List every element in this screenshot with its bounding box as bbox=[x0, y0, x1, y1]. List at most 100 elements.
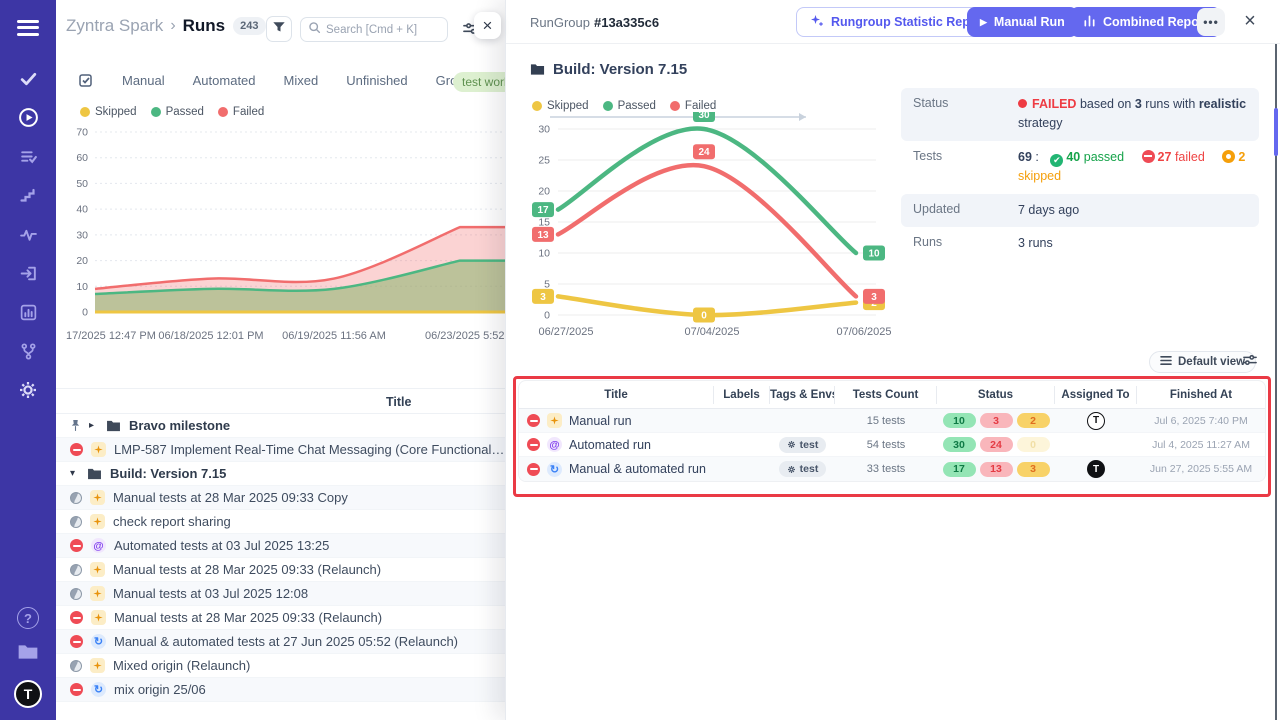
legend-label: Skipped bbox=[547, 100, 589, 112]
legend-label: Failed bbox=[685, 100, 716, 112]
legend-failed[interactable]: Failed bbox=[670, 100, 716, 112]
rungroup-section-title: Build: Version 7.15 bbox=[530, 61, 687, 78]
legend-failed[interactable]: Failed bbox=[218, 106, 264, 118]
run-row[interactable]: LMP-587 Implement Real-Time Chat Messagi… bbox=[56, 438, 505, 462]
sidebar-item-branches[interactable] bbox=[0, 334, 56, 373]
svg-text:70: 70 bbox=[76, 127, 88, 139]
sidebar: ? T bbox=[0, 0, 56, 720]
bulk-edit-icon[interactable] bbox=[78, 72, 94, 88]
table-row[interactable]: Manual run15 tests1032TJul 6, 2025 7:40 … bbox=[519, 409, 1265, 433]
column-header-title[interactable]: Title bbox=[519, 386, 714, 404]
tag-pill[interactable]: test bbox=[779, 437, 827, 453]
sidebar-item-tests[interactable] bbox=[0, 61, 56, 100]
run-row[interactable]: Manual tests at 28 Mar 2025 09:33 Copy bbox=[56, 486, 505, 510]
column-header-tags-envs[interactable]: Tags & Envs bbox=[770, 386, 835, 404]
sidebar-item-reports[interactable] bbox=[0, 295, 56, 334]
svg-text:20: 20 bbox=[76, 255, 88, 267]
x-tick-label: 06/19/2025 11:56 AM bbox=[274, 330, 394, 342]
folder-icon bbox=[530, 63, 545, 76]
mixed-run-icon: ↻ bbox=[91, 682, 106, 697]
breadcrumb-project[interactable]: Zyntra Spark bbox=[66, 16, 163, 36]
run-row[interactable]: check report sharing bbox=[56, 510, 505, 534]
default-view-button[interactable]: Default view bbox=[1149, 351, 1256, 373]
legend-dot-icon bbox=[532, 101, 542, 111]
passed-pill: 17 bbox=[943, 462, 976, 477]
x-tick-label: 06/27/2025 bbox=[530, 326, 602, 338]
passed-pill: 10 bbox=[943, 413, 976, 428]
status-badge: FAILED bbox=[1032, 97, 1076, 111]
chevron-right-icon[interactable]: ▸ bbox=[89, 420, 98, 431]
scrollbar-thumb[interactable] bbox=[1274, 108, 1278, 156]
manual-run-button[interactable]: ▶ Manual Run bbox=[967, 7, 1078, 37]
failed-status-icon bbox=[70, 635, 83, 648]
manual-run-icon bbox=[90, 490, 105, 505]
run-row[interactable]: Manual tests at 28 Mar 2025 09:33 (Relau… bbox=[56, 558, 505, 582]
tab-automated[interactable]: Automated bbox=[193, 73, 256, 88]
tag-pill[interactable]: test bbox=[779, 461, 827, 477]
sidebar-item-import[interactable] bbox=[0, 256, 56, 295]
drawer-edge-close-button[interactable]: × bbox=[474, 12, 501, 39]
table-row[interactable]: ↻Manual & automated runtest33 tests17133… bbox=[519, 457, 1265, 481]
run-title: Manual run bbox=[569, 414, 632, 428]
run-list-header: Title bbox=[56, 388, 505, 414]
tab-test-work[interactable]: test work bbox=[453, 72, 505, 92]
filter-button[interactable] bbox=[266, 16, 292, 42]
status-pills-cell: 1032 bbox=[937, 413, 1055, 428]
tab-manual[interactable]: Manual bbox=[122, 73, 165, 88]
sidebar-item-runs[interactable] bbox=[0, 100, 56, 139]
sidebar-item-pulse[interactable] bbox=[0, 217, 56, 256]
pin-icon[interactable] bbox=[70, 419, 81, 432]
table-settings-icon[interactable] bbox=[1242, 353, 1258, 372]
legend-skipped[interactable]: Skipped bbox=[80, 106, 137, 118]
run-row[interactable]: Mixed origin (Relaunch) bbox=[56, 654, 505, 678]
failed-status-icon bbox=[527, 414, 540, 427]
folder-row[interactable]: ▾Build: Version 7.15 bbox=[56, 462, 505, 486]
sidebar-item-milestones[interactable] bbox=[0, 178, 56, 217]
svg-text:20: 20 bbox=[538, 186, 550, 198]
close-drawer-button[interactable]: × bbox=[1237, 8, 1263, 34]
legend-passed[interactable]: Passed bbox=[151, 106, 204, 118]
column-header-status[interactable]: Status bbox=[937, 386, 1055, 404]
rungroup-details: Status FAILED based on 3 runs with reali… bbox=[901, 88, 1259, 260]
detail-row-updated: Updated 7 days ago bbox=[901, 194, 1259, 227]
run-row[interactable]: @Automated tests at 03 Jul 2025 13:25 bbox=[56, 534, 505, 558]
manual-run-icon bbox=[91, 442, 106, 457]
status-value: FAILED based on 3 runs with realistic st… bbox=[1018, 95, 1247, 134]
tab-mixed[interactable]: Mixed bbox=[284, 73, 319, 88]
sidebar-item-projects[interactable] bbox=[0, 643, 56, 666]
rungroup-id: #13a335c6 bbox=[594, 15, 659, 30]
svg-text:60: 60 bbox=[76, 152, 88, 164]
rungroup-trend-chart: 05101520253030213243173010 bbox=[514, 112, 894, 324]
failed-pill: 3 bbox=[980, 413, 1013, 428]
folder-icon bbox=[17, 643, 39, 666]
breadcrumb-separator: › bbox=[170, 17, 175, 35]
column-header-tests-count[interactable]: Tests Count bbox=[835, 386, 937, 404]
legend-skipped[interactable]: Skipped bbox=[532, 100, 589, 112]
column-header-labels[interactable]: Labels bbox=[714, 386, 770, 404]
search-input[interactable] bbox=[326, 24, 436, 36]
tab-unfinished[interactable]: Unfinished bbox=[346, 73, 407, 88]
user-avatar[interactable]: T bbox=[14, 680, 42, 708]
x-tick-label: 07/06/2025 bbox=[828, 326, 900, 338]
more-actions-button[interactable]: ••• bbox=[1197, 8, 1225, 36]
table-header-row: TitleLabelsTags & EnvsTests CountStatusA… bbox=[519, 381, 1265, 409]
column-header-finished-at[interactable]: Finished At bbox=[1137, 386, 1265, 404]
runs-tabs: ManualAutomatedMixedUnfinishedGroups bbox=[78, 72, 478, 88]
runs-history-chart: 010203040506070 bbox=[56, 122, 505, 330]
partial-status-icon bbox=[70, 516, 82, 528]
rungroup-drawer: RunGroup#13a335c6 Rungroup Statistic Rep… bbox=[505, 0, 1280, 720]
detail-row-status: Status FAILED based on 3 runs with reali… bbox=[901, 88, 1259, 141]
chevron-down-icon[interactable]: ▾ bbox=[70, 468, 79, 479]
hamburger-menu-icon[interactable] bbox=[17, 16, 39, 39]
help-icon[interactable]: ? bbox=[17, 607, 39, 629]
run-row[interactable]: Manual tests at 28 Mar 2025 09:33 (Relau… bbox=[56, 606, 505, 630]
table-row[interactable]: @Automated runtest54 tests30240Jul 4, 20… bbox=[519, 433, 1265, 457]
legend-passed[interactable]: Passed bbox=[603, 100, 656, 112]
folder-row[interactable]: ▸Bravo milestone bbox=[56, 414, 505, 438]
sidebar-item-test-plans[interactable] bbox=[0, 139, 56, 178]
run-row[interactable]: Manual tests at 03 Jul 2025 12:08 bbox=[56, 582, 505, 606]
run-row[interactable]: ↻mix origin 25/06 bbox=[56, 678, 505, 702]
sidebar-item-settings[interactable] bbox=[0, 373, 56, 412]
column-header-assigned-to[interactable]: Assigned To bbox=[1055, 386, 1137, 404]
run-row[interactable]: ↻Manual & automated tests at 27 Jun 2025… bbox=[56, 630, 505, 654]
